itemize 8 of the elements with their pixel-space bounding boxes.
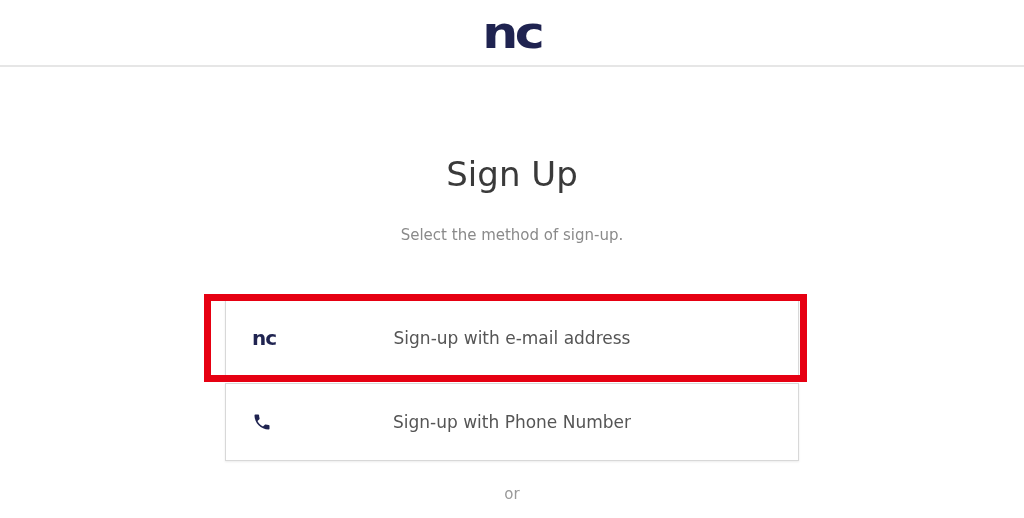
subtitle: Select the method of sign-up. [400, 225, 624, 246]
divider-text: or [504, 485, 520, 503]
page-title: Sign Up [446, 153, 578, 196]
signup-option-button[interactable]: Sign-up with Phone Number [225, 383, 799, 461]
phone-icon [252, 412, 272, 432]
logo: nc [252, 328, 277, 348]
logo[interactable]: nc [482, 10, 542, 55]
signup-option-button[interactable]: nc Sign-up with e-mail address [225, 299, 799, 377]
